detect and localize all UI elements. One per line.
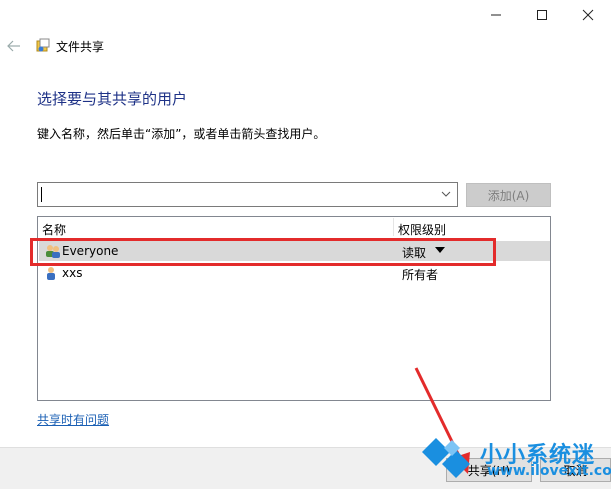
chevron-down-icon [441,191,451,197]
user-icon [45,266,61,280]
close-button[interactable] [565,0,611,30]
back-arrow-icon [7,40,20,52]
column-header-name[interactable]: 名称 [42,221,66,238]
page-heading: 选择要与其共享的用户 [37,90,188,108]
table-row[interactable]: xxs 所有者 [39,263,550,283]
file-sharing-icon [36,38,50,52]
maximize-icon [537,10,547,20]
watermark-url: www.ilovexit.com [487,463,611,479]
user-name-combobox[interactable] [37,182,458,207]
watermark-logo-icon [422,438,470,478]
column-divider[interactable] [393,218,394,236]
back-button[interactable] [4,36,24,56]
maximize-button[interactable] [519,0,565,30]
window-title: 文件共享 [56,40,105,54]
sharing-help-link[interactable]: 共享时有问题 [37,411,109,428]
add-button[interactable]: 添加(A) [466,183,551,207]
row-permission: 所有者 [402,268,439,282]
minimize-icon [491,14,501,16]
row-user-name: xxs [62,266,83,280]
highlight-box [30,238,496,266]
column-header-permission[interactable]: 权限级别 [398,221,446,238]
minimize-button[interactable] [473,0,519,30]
text-caret [41,187,42,202]
instruction-text: 键入名称，然后单击“添加”，或者单击箭头查找用户。 [37,127,326,141]
close-icon [582,9,594,21]
dropdown-button[interactable] [439,186,453,202]
